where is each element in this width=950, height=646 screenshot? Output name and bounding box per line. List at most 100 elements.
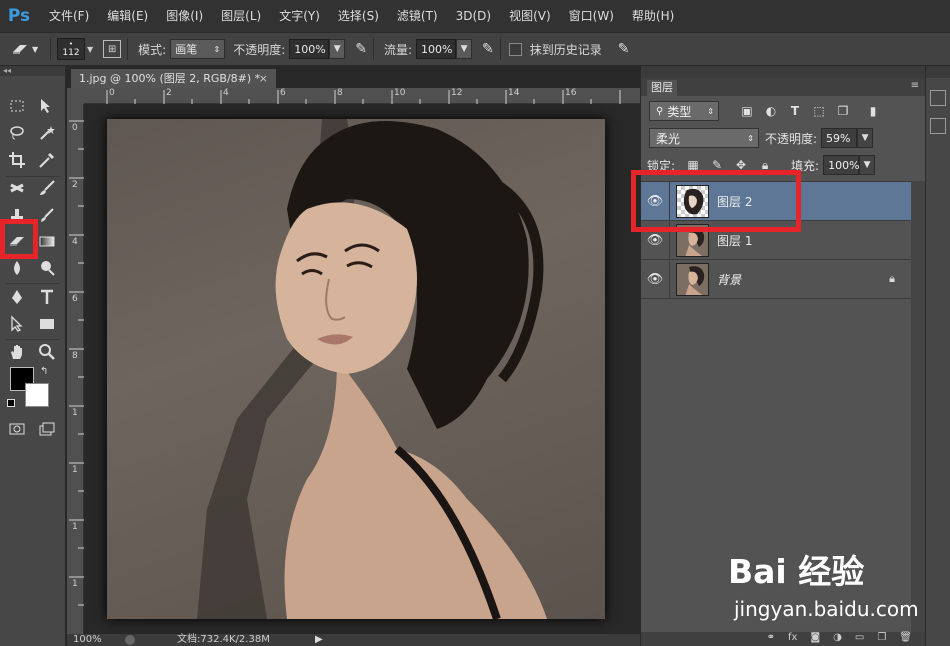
lasso-tool-icon[interactable] (4, 120, 30, 146)
layer-filter-select[interactable]: ⚲ 类型 ⇕ (649, 101, 719, 121)
watermark-url: jingyan.baidu.com (734, 597, 919, 621)
document-tab[interactable]: 1.jpg @ 100% (图层 2, RGB/8#) * × (71, 69, 276, 89)
close-icon[interactable]: × (259, 69, 268, 89)
status-bar: 100% 文档:732.4K/2.38M ▶ (67, 634, 640, 646)
adjustment-filter-icon[interactable]: ◐ (761, 101, 781, 121)
mode-select[interactable]: 画笔 ⇕ (170, 39, 226, 59)
layer-opacity-dropdown[interactable]: ▼ (857, 128, 874, 148)
eraser-preset-icon[interactable]: ▼ (10, 42, 44, 56)
tab-layers[interactable]: 图层 (647, 80, 677, 96)
strip-collapse-bar[interactable] (926, 66, 950, 78)
eye-icon[interactable]: 👁︎ (641, 272, 669, 287)
watermark-logo: Bai 经验 (728, 552, 865, 591)
menu-file[interactable]: 文件(F) (42, 0, 96, 32)
ruler-label: 2 (166, 88, 172, 98)
menu-type[interactable]: 文字(Y) (272, 0, 327, 32)
eyedropper-tool-icon[interactable] (34, 147, 60, 173)
lock-icon: 🔒︎ (889, 272, 895, 285)
swap-colors-icon[interactable]: ↰ (40, 366, 48, 377)
brush-panel-icon[interactable]: ⊞ (103, 40, 122, 58)
collapsed-panel-icon[interactable] (930, 118, 946, 134)
mode-label: 模式: (138, 42, 167, 57)
ruler-label: 0 (72, 123, 78, 133)
ruler-origin[interactable] (67, 88, 84, 104)
options-bar: ▼ • 112 ▼ ⊞ 模式: 画笔 ⇕ 不透明度: 100% ▼ ✎ 流量: … (0, 32, 950, 66)
type-filter-icon[interactable]: T (785, 101, 805, 121)
background-color-swatch[interactable] (25, 383, 49, 407)
panel-menu-icon[interactable]: ≡ (911, 80, 919, 91)
ruler-label: 6 (280, 88, 286, 98)
fill-dropdown[interactable]: ▼ (859, 155, 876, 175)
eraser-highlight-box (0, 219, 38, 259)
pen-tool-icon[interactable] (4, 284, 30, 310)
pressure-icon[interactable]: ✎ (618, 41, 630, 57)
menu-window[interactable]: 窗口(W) (562, 0, 621, 32)
layer-name[interactable]: 背景 (717, 271, 741, 288)
tools-collapse-icon[interactable]: ◂◂ (0, 66, 65, 76)
quick-mask-icon[interactable] (4, 416, 30, 442)
menu-image[interactable]: 图像(I) (159, 0, 210, 32)
eye-icon[interactable]: 👁︎ (641, 233, 669, 248)
panel-collapse-bar[interactable] (641, 66, 925, 78)
blend-mode-value: 柔光 (656, 131, 681, 146)
layer-row-background[interactable]: 👁︎ 背景 🔒︎ (641, 259, 911, 299)
airbrush-icon[interactable]: ✎ (482, 41, 494, 57)
erase-history-checkbox[interactable] (508, 42, 522, 56)
menu-edit[interactable]: 编辑(E) (100, 0, 155, 32)
share-icon[interactable] (125, 635, 135, 645)
layer-name[interactable]: 图层 1 (717, 232, 752, 249)
zoom-tool-icon[interactable] (34, 339, 60, 365)
menu-view[interactable]: 视图(V) (502, 0, 558, 32)
default-colors-icon[interactable] (7, 399, 15, 407)
menu-3d[interactable]: 3D(D) (449, 0, 498, 32)
doc-info[interactable]: 文档:732.4K/2.38M (177, 634, 270, 646)
menu-layer[interactable]: 图层(L) (214, 0, 268, 32)
ruler-label: 6 (72, 294, 78, 304)
brush-size-picker[interactable]: • 112 (57, 38, 85, 60)
collapsed-panel-icon[interactable] (930, 90, 946, 106)
menu-select[interactable]: 选择(S) (331, 0, 386, 32)
blend-mode-select[interactable]: 柔光 ⇕ (649, 128, 759, 148)
menu-help[interactable]: 帮助(H) (625, 0, 681, 32)
zoom-level[interactable]: 100% (73, 634, 102, 646)
rectangle-tool-icon[interactable] (34, 311, 60, 337)
flow-input[interactable]: 100% (416, 39, 457, 59)
chevron-down-icon[interactable]: ▼ (87, 45, 93, 54)
brush-tool-icon[interactable] (34, 175, 60, 201)
type-tool-icon[interactable] (34, 284, 60, 310)
ruler-label: 10 (394, 88, 406, 98)
menu-filter[interactable]: 滤镜(T) (390, 0, 445, 32)
crop-tool-icon[interactable] (4, 147, 30, 173)
status-menu-arrow-icon[interactable]: ▶ (315, 634, 323, 646)
horizontal-ruler[interactable]: 0 2 4 6 8 10 12 14 16 (84, 88, 640, 104)
opacity-dropdown-button[interactable]: ▼ (329, 39, 346, 59)
move-tool-icon[interactable] (34, 93, 60, 119)
healing-brush-tool-icon[interactable] (4, 175, 30, 201)
layer-opacity-input[interactable]: 59% (821, 128, 858, 148)
airbrush-opacity-icon[interactable]: ✎ (355, 41, 367, 57)
separator (372, 38, 374, 60)
ruler-label: 8 (337, 88, 343, 98)
flow-label: 流量: (383, 42, 413, 57)
smart-object-filter-icon[interactable]: ❐ (833, 101, 853, 121)
mode-value: 画笔 (175, 43, 198, 56)
screen-mode-icon[interactable] (34, 416, 60, 442)
magic-wand-tool-icon[interactable] (34, 120, 60, 146)
pixel-filter-icon[interactable]: ▣ (737, 101, 757, 121)
ruler-label: 1 (72, 579, 78, 589)
menu-bar: Ps 文件(F) 编辑(E) 图像(I) 图层(L) 文字(Y) 选择(S) 滤… (0, 0, 950, 32)
path-selection-tool-icon[interactable] (4, 311, 30, 337)
flow-dropdown-button[interactable]: ▼ (456, 39, 473, 59)
fill-input[interactable]: 100% (823, 155, 860, 175)
ruler-label: 1 (72, 408, 78, 418)
portrait-photo[interactable] (107, 119, 605, 619)
baidu-watermark: Bai 经验 jingyan.baidu.com (728, 545, 938, 635)
filter-toggle-icon[interactable]: ▮ (863, 101, 883, 121)
opacity-input[interactable]: 100% (289, 39, 330, 59)
marquee-tool-icon[interactable] (4, 93, 30, 119)
layer-filter-value: 类型 (667, 104, 692, 119)
hand-tool-icon[interactable] (4, 339, 30, 365)
ruler-label: 4 (223, 88, 229, 98)
vertical-ruler[interactable]: 0 2 4 6 8 1 1 1 1 (67, 104, 84, 634)
shape-filter-icon[interactable]: ⬚ (809, 101, 829, 121)
